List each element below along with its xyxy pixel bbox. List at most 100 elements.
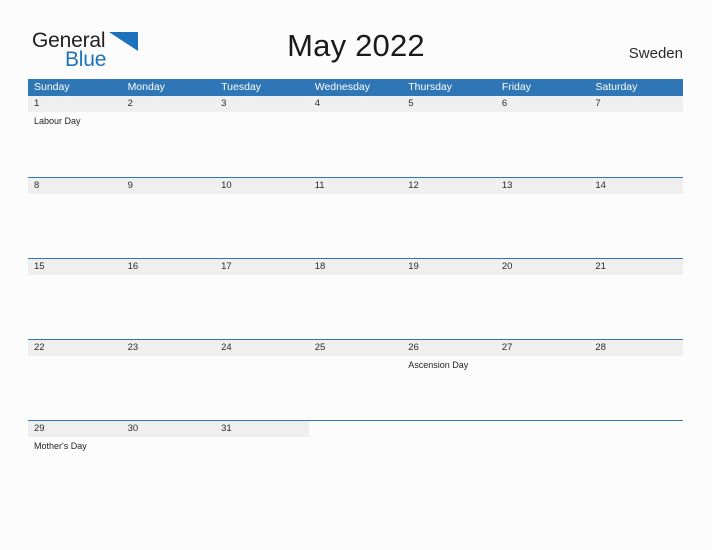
day-cell-empty <box>495 421 590 437</box>
weekday-header-thursday: Thursday <box>408 81 453 93</box>
day-number[interactable]: 14 <box>589 178 683 194</box>
day-cell[interactable] <box>28 356 122 420</box>
day-number[interactable]: 27 <box>496 340 590 356</box>
weekday-header-tuesday: Tuesday <box>221 81 262 93</box>
day-cell[interactable] <box>402 194 496 258</box>
week-date-band: 22 23 24 25 26 27 28 <box>28 340 683 356</box>
day-number[interactable]: 26 <box>402 340 496 356</box>
day-number[interactable]: 25 <box>309 340 403 356</box>
calendar-grid: Sunday Monday Tuesday Wednesday Thursday… <box>28 79 683 501</box>
day-number[interactable]: 31 <box>215 421 309 437</box>
day-cell[interactable] <box>589 275 683 339</box>
day-cell[interactable] <box>309 356 403 420</box>
day-number[interactable]: 24 <box>215 340 309 356</box>
calendar-week-row: 8 9 10 11 12 13 14 <box>28 177 683 258</box>
day-cell-empty <box>496 437 590 501</box>
day-number[interactable]: 16 <box>122 259 216 275</box>
week-date-band: 29 30 31 <box>28 421 683 437</box>
weekday-header-saturday: Saturday <box>595 81 638 93</box>
day-cell[interactable] <box>309 112 403 176</box>
day-number[interactable]: 10 <box>215 178 309 194</box>
page-header: General Blue May 2022 Sweden <box>0 0 712 79</box>
weekday-header-sunday: Sunday <box>34 81 70 93</box>
day-cell[interactable] <box>589 356 683 420</box>
day-cell[interactable] <box>402 275 496 339</box>
day-cell[interactable] <box>215 437 309 501</box>
day-number[interactable]: 5 <box>402 96 496 112</box>
day-number[interactable]: 3 <box>215 96 309 112</box>
day-number[interactable]: 8 <box>28 178 122 194</box>
page-title: May 2022 <box>287 28 425 63</box>
week-event-layer <box>28 275 683 339</box>
day-number[interactable]: 7 <box>589 96 683 112</box>
day-cell[interactable] <box>28 275 122 339</box>
day-cell[interactable] <box>215 275 309 339</box>
calendar-week-row: 1 2 3 4 5 6 7 Labour Day <box>28 96 683 177</box>
day-cell[interactable]: Ascension Day <box>402 356 496 420</box>
day-number[interactable]: 22 <box>28 340 122 356</box>
calendar-week-row: 15 16 17 18 19 20 21 <box>28 258 683 339</box>
day-cell[interactable] <box>122 194 216 258</box>
weekday-header-friday: Friday <box>501 81 531 93</box>
day-number[interactable]: 13 <box>496 178 590 194</box>
week-event-layer: Mother's Day <box>28 437 683 501</box>
day-cell[interactable] <box>496 356 590 420</box>
day-number[interactable]: 6 <box>496 96 590 112</box>
day-cell[interactable] <box>122 112 216 176</box>
day-cell[interactable] <box>309 194 403 258</box>
day-number[interactable]: 23 <box>122 340 216 356</box>
day-cell[interactable] <box>496 194 590 258</box>
day-cell[interactable] <box>122 437 216 501</box>
week-event-layer: Ascension Day <box>28 356 683 420</box>
day-cell[interactable] <box>496 112 590 176</box>
day-number[interactable]: 28 <box>589 340 683 356</box>
week-event-layer <box>28 194 683 258</box>
day-cell[interactable] <box>28 194 122 258</box>
day-number[interactable]: 15 <box>28 259 122 275</box>
day-cell[interactable] <box>215 112 309 176</box>
day-number[interactable]: 12 <box>402 178 496 194</box>
day-cell[interactable] <box>122 275 216 339</box>
week-date-band: 1 2 3 4 5 6 7 <box>28 96 683 112</box>
day-cell[interactable] <box>402 112 496 176</box>
day-cell[interactable] <box>589 194 683 258</box>
day-cell[interactable]: Mother's Day <box>28 437 122 501</box>
day-number[interactable]: 20 <box>496 259 590 275</box>
weekday-header-row: Sunday Monday Tuesday Wednesday Thursday… <box>28 79 683 96</box>
day-cell[interactable]: Labour Day <box>28 112 122 176</box>
week-date-band: 15 16 17 18 19 20 21 <box>28 259 683 275</box>
day-cell-empty <box>589 421 683 437</box>
day-number[interactable]: 1 <box>28 96 122 112</box>
day-cell[interactable] <box>309 275 403 339</box>
week-event-layer: Labour Day <box>28 112 683 176</box>
event-label: Labour Day <box>34 116 81 126</box>
day-cell[interactable] <box>589 112 683 176</box>
day-number[interactable]: 29 <box>28 421 122 437</box>
day-cell-empty <box>589 437 683 501</box>
day-cell[interactable] <box>122 356 216 420</box>
day-number[interactable]: 19 <box>402 259 496 275</box>
day-cell[interactable] <box>215 194 309 258</box>
calendar-week-row: 29 30 31 Mother's Day <box>28 420 683 501</box>
day-cell[interactable] <box>215 356 309 420</box>
calendar-week-row: 22 23 24 25 26 27 28 Ascension Day <box>28 339 683 420</box>
day-cell-empty <box>402 421 496 437</box>
weekday-header-monday: Monday <box>127 81 165 93</box>
country-label: Sweden <box>628 45 683 62</box>
day-cell-empty <box>308 421 403 437</box>
day-number[interactable]: 9 <box>122 178 216 194</box>
day-number[interactable]: 21 <box>589 259 683 275</box>
day-cell-empty <box>402 437 496 501</box>
day-number[interactable]: 11 <box>309 178 403 194</box>
event-label: Ascension Day <box>408 360 469 370</box>
day-number[interactable]: 2 <box>122 96 216 112</box>
day-number[interactable]: 30 <box>122 421 216 437</box>
day-number[interactable]: 17 <box>215 259 309 275</box>
event-label: Mother's Day <box>34 441 87 451</box>
day-number[interactable]: 18 <box>309 259 403 275</box>
day-number[interactable]: 4 <box>309 96 403 112</box>
weekday-header-wednesday: Wednesday <box>314 81 370 93</box>
day-cell[interactable] <box>496 275 590 339</box>
day-cell-empty <box>309 437 403 501</box>
week-date-band: 8 9 10 11 12 13 14 <box>28 178 683 194</box>
